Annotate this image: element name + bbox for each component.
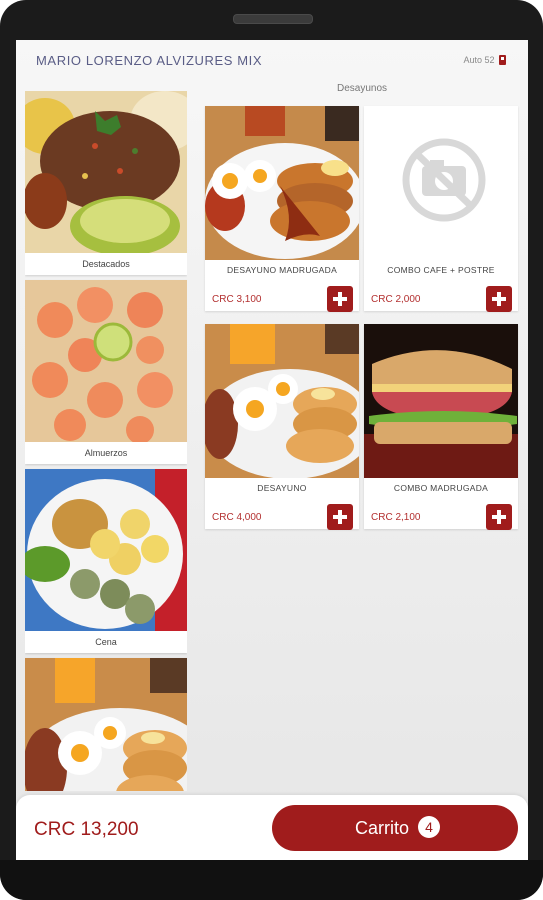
category-image-breakfast bbox=[25, 658, 187, 791]
cart-footer: CRC 13,200 Carrito 4 bbox=[16, 795, 528, 862]
product-price: CRC 2,100 bbox=[371, 512, 421, 523]
device-icon bbox=[499, 55, 506, 65]
category-label: Almuerzos bbox=[84, 448, 128, 458]
product-card[interactable]: COMBO MADRUGADA CRC 2,100 bbox=[364, 324, 518, 530]
cart-button-label: Carrito bbox=[355, 818, 410, 838]
add-to-cart-button[interactable] bbox=[327, 504, 353, 530]
product-image-sandwich bbox=[364, 324, 518, 478]
section-title: Desayunos bbox=[337, 83, 388, 94]
app-screen: MARIO LORENZO ALVIZURES MIX Auto 52 Desa… bbox=[16, 40, 528, 862]
add-to-cart-button[interactable] bbox=[486, 286, 512, 312]
category-image-shrimp-rice bbox=[25, 280, 187, 442]
product-image-pancakes bbox=[205, 106, 359, 260]
product-price: CRC 3,100 bbox=[212, 294, 262, 305]
no-photo-placeholder bbox=[364, 106, 518, 260]
category-image-dinner-plate bbox=[25, 469, 187, 631]
product-price: CRC 4,000 bbox=[212, 512, 262, 523]
device-label-text: Auto 52 bbox=[463, 55, 495, 65]
category-label: Cena bbox=[95, 637, 117, 647]
product-card[interactable]: DESAYUNO CRC 4,000 bbox=[205, 324, 359, 530]
category-desayunos[interactable] bbox=[25, 658, 187, 791]
device-bottom-bar bbox=[0, 860, 543, 900]
app-header: MARIO LORENZO ALVIZURES MIX Auto 52 bbox=[16, 40, 528, 85]
category-list[interactable]: Destacados Almuerzos Cena bbox=[25, 91, 187, 791]
category-label: Destacados bbox=[82, 259, 130, 269]
product-name: COMBO CAFE + POSTRE bbox=[387, 265, 495, 275]
cart-count-badge: 4 bbox=[418, 816, 440, 838]
device-frame: MARIO LORENZO ALVIZURES MIX Auto 52 Desa… bbox=[0, 0, 543, 900]
cart-total: CRC 13,200 bbox=[34, 819, 139, 840]
product-name: DESAYUNO bbox=[257, 483, 307, 493]
device-speaker bbox=[233, 14, 313, 24]
product-image-breakfast bbox=[205, 324, 359, 478]
category-almuerzos[interactable]: Almuerzos bbox=[25, 280, 187, 464]
no-camera-icon bbox=[402, 138, 486, 222]
product-name: COMBO MADRUGADA bbox=[393, 483, 489, 493]
product-card[interactable]: COMBO CAFE + POSTRE CRC 2,000 bbox=[364, 106, 518, 312]
category-image-rice-plate bbox=[25, 91, 187, 253]
product-price: CRC 2,000 bbox=[371, 294, 421, 305]
add-to-cart-button[interactable] bbox=[486, 504, 512, 530]
category-destacados[interactable]: Destacados bbox=[25, 91, 187, 275]
add-to-cart-button[interactable] bbox=[327, 286, 353, 312]
cart-button[interactable]: Carrito 4 bbox=[272, 805, 518, 851]
product-name: DESAYUNO MADRUGADA bbox=[226, 265, 338, 275]
store-name: MARIO LORENZO ALVIZURES MIX bbox=[36, 53, 263, 68]
device-label: Auto 52 bbox=[463, 55, 506, 65]
product-card[interactable]: DESAYUNO MADRUGADA CRC 3,100 bbox=[205, 106, 359, 312]
category-cena[interactable]: Cena bbox=[25, 469, 187, 653]
